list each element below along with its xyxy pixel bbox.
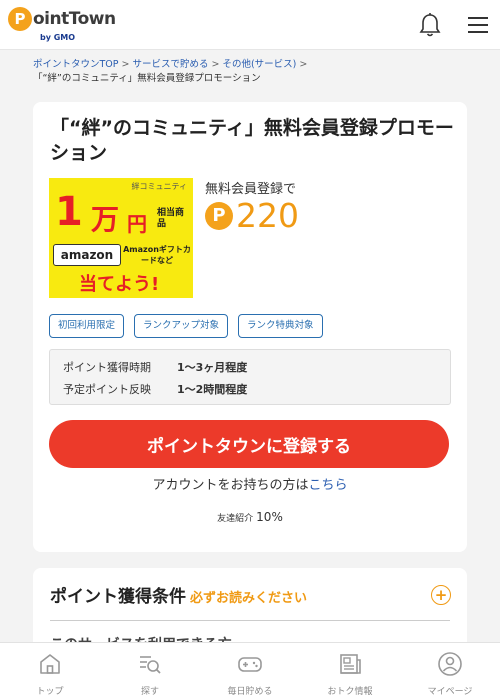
search-list-icon xyxy=(140,656,161,674)
points-display: P 220 xyxy=(205,196,299,235)
conditions-title-row[interactable]: ポイント獲得条件 必ずお読みください xyxy=(50,582,307,607)
divider xyxy=(50,620,450,621)
breadcrumb-separator: > xyxy=(211,59,220,70)
pointtown-logo[interactable]: P ointTown by GMO xyxy=(8,7,118,43)
info-value: 1〜2時間程度 xyxy=(177,383,248,396)
friend-referral: 友達紹介 10% xyxy=(33,506,467,525)
nav-label: おトク情報 xyxy=(327,687,373,697)
banner-gift-text: Amazonギフトカードなど xyxy=(123,245,191,265)
register-button[interactable]: ポイントタウンに登録する xyxy=(49,420,449,468)
info-value: 1〜3ヶ月程度 xyxy=(177,361,248,374)
point-p-icon: P xyxy=(205,201,233,230)
nav-item-daily[interactable]: 毎日貯める xyxy=(200,643,300,700)
info-row: ポイント獲得時期 1〜3ヶ月程度 xyxy=(63,356,247,378)
banner-equiv: 相当商品 xyxy=(157,208,185,229)
account-line: アカウントをお持ちの方はこちら xyxy=(33,474,467,493)
banner-amount: 1 xyxy=(55,189,83,235)
home-icon xyxy=(40,654,60,674)
logo-p-icon: P xyxy=(8,7,32,31)
breadcrumb-separator: > xyxy=(121,59,130,70)
promo-banner: 絆コミュニティ 1 万 円 相当商品 amazon Amazonギフトカードなど… xyxy=(49,178,193,298)
friend-label: 友達紹介 xyxy=(217,514,254,524)
nav-item-deals[interactable]: おトク情報 xyxy=(300,643,400,700)
header: P ointTown by GMO xyxy=(0,0,500,50)
bottom-nav: トップ 探す 毎日貯める おトク情報 マイページ xyxy=(0,642,500,700)
points-value: 220 xyxy=(236,196,299,235)
account-text: アカウントをお持ちの方は xyxy=(152,478,309,493)
info-row: 予定ポイント反映 1〜2時間程度 xyxy=(63,378,247,400)
bell-icon[interactable] xyxy=(418,12,442,38)
hamburger-menu-icon[interactable] xyxy=(466,14,490,36)
promo-card: 「“絆”のコミュニティ」無料会員登録プロモーション 絆コミュニティ 1 万 円 … xyxy=(33,102,467,552)
plus-circle-icon[interactable]: + xyxy=(431,585,451,605)
login-link[interactable]: こちら xyxy=(309,478,348,493)
user-icon xyxy=(438,652,462,676)
nav-label: 毎日貯める xyxy=(227,687,273,697)
banner-amazon-logo: amazon xyxy=(53,244,121,266)
gamepad-icon xyxy=(238,657,262,672)
info-label: 予定ポイント反映 xyxy=(63,383,151,396)
info-label: ポイント獲得時期 xyxy=(63,361,151,374)
breadcrumb-current: 「“絆”のコミュニティ」無料会員登録プロモーション xyxy=(33,73,261,84)
logo-sub: by GMO xyxy=(40,33,76,42)
info-box: ポイント獲得時期 1〜3ヶ月程度 予定ポイント反映 1〜2時間程度 xyxy=(49,349,451,405)
logo-text: ointTown xyxy=(33,9,116,29)
banner-unit-yen: 円 xyxy=(127,212,147,236)
registration-label: 無料会員登録で xyxy=(205,182,297,197)
nav-label: 探す xyxy=(140,687,159,697)
breadcrumb-item-service[interactable]: サービスで貯める xyxy=(132,59,208,70)
breadcrumb-item-other[interactable]: その他(サービス) xyxy=(222,59,296,70)
tag-rank-up[interactable]: ランクアップ対象 xyxy=(134,314,229,338)
banner-top-text: 絆コミュニティ xyxy=(131,182,187,191)
banner-cta: 当てよう! xyxy=(79,274,160,295)
breadcrumb: ポイントタウンTOP > サービスで貯める > その他(サービス) > 「“絆”のコミュニ… xyxy=(33,58,473,86)
banner-unit-man: 万 xyxy=(91,203,120,236)
nav-item-mypage[interactable]: マイページ xyxy=(400,643,500,700)
friend-value: 10% xyxy=(256,510,283,524)
tag-first-use[interactable]: 初回利用限定 xyxy=(49,314,125,338)
page-title: 「“絆”のコミュニティ」無料会員登録プロモーション xyxy=(50,117,454,164)
tag-rank-benefit[interactable]: ランク特典対象 xyxy=(238,314,323,338)
nav-label: トップ xyxy=(36,687,64,697)
nav-label: マイページ xyxy=(427,687,473,697)
nav-item-search[interactable]: 探す xyxy=(100,643,200,700)
breadcrumb-item-top[interactable]: ポイントタウンTOP xyxy=(33,59,119,70)
conditions-note: 必ずお読みください xyxy=(190,591,308,606)
tag-list: 初回利用限定 ランクアップ対象 ランク特典対象 xyxy=(49,314,333,338)
newspaper-icon xyxy=(340,654,361,674)
conditions-title: ポイント獲得条件 xyxy=(50,587,186,607)
nav-item-top[interactable]: トップ xyxy=(0,643,100,700)
breadcrumb-separator: > xyxy=(299,59,308,70)
